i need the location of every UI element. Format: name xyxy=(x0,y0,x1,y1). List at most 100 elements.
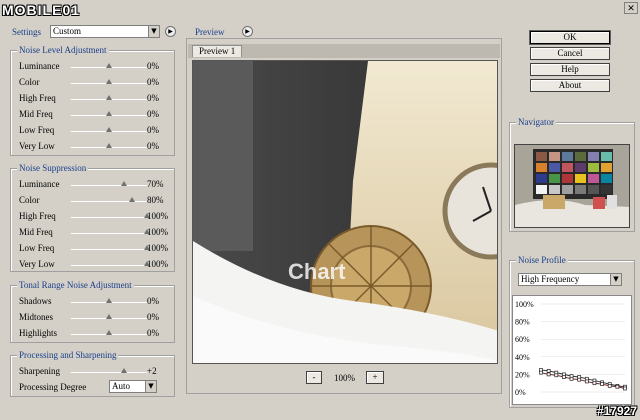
settings-menu-icon[interactable]: ▶ xyxy=(165,26,176,37)
noise-suppression-slider-thumb[interactable] xyxy=(121,181,128,186)
navigator-thumbnail[interactable] xyxy=(514,144,630,228)
navigator-title: Navigator xyxy=(516,117,556,127)
noise-level-label: Low Freq xyxy=(19,125,55,135)
data-point[interactable] xyxy=(577,377,582,382)
noise-suppression-slider[interactable] xyxy=(71,185,147,186)
color-patch xyxy=(536,174,547,183)
processing-degree-select[interactable]: Auto ▼ xyxy=(109,380,157,393)
noise-level-title: Noise Level Adjustment xyxy=(17,45,109,55)
noise-suppression-value: 70% xyxy=(147,179,164,189)
sharpening-label: Sharpening xyxy=(19,366,60,376)
watermark-logo: MOBILE01 xyxy=(2,2,81,18)
y-tick-label: 0% xyxy=(515,388,526,397)
color-patch xyxy=(549,174,560,183)
noise-suppression-slider-thumb[interactable] xyxy=(128,197,135,202)
navigator-image xyxy=(515,145,629,227)
data-point[interactable] xyxy=(546,372,551,377)
noise-suppression-slider[interactable] xyxy=(71,249,147,250)
color-patch xyxy=(536,185,547,194)
sharpening-value: +2 xyxy=(147,366,157,376)
data-point[interactable] xyxy=(584,379,589,384)
data-point[interactable] xyxy=(600,382,604,386)
color-patch xyxy=(575,185,586,194)
noise-profile-plot: 100% 80% 60% 40% 20% 0% xyxy=(515,300,627,397)
data-point[interactable] xyxy=(615,384,620,389)
data-point[interactable] xyxy=(562,375,566,379)
noise-profile-group: Noise Profile High Frequency ▼ 100% 80% 60… xyxy=(509,255,635,408)
data-point[interactable] xyxy=(554,373,559,378)
color-patch xyxy=(562,185,573,194)
tonal-slider-thumb[interactable] xyxy=(106,298,112,303)
noise-suppression-slider[interactable] xyxy=(71,217,147,218)
tonal-slider-thumb[interactable] xyxy=(106,314,112,319)
preview-image[interactable]: Chart xyxy=(192,60,498,364)
noise-level-slider-thumb[interactable] xyxy=(106,111,112,116)
processing-degree-value: Auto xyxy=(112,381,130,391)
processing-title: Processing and Sharpening xyxy=(17,350,119,360)
sharpening-row: Sharpening +2 xyxy=(19,366,169,378)
color-patch xyxy=(575,174,586,183)
cancel-button[interactable]: Cancel xyxy=(530,47,610,60)
noise-suppression-slider[interactable] xyxy=(71,265,147,266)
y-tick-label: 40% xyxy=(515,353,530,362)
noise-level-slider-thumb[interactable] xyxy=(106,79,112,84)
color-patch xyxy=(562,174,573,183)
noise-suppression-row: Luminance 70% xyxy=(19,179,169,191)
preview-menu-icon[interactable]: ▶ xyxy=(242,26,253,37)
color-patch xyxy=(575,152,586,161)
help-button[interactable]: Help xyxy=(530,63,610,76)
zoom-in-button[interactable]: + xyxy=(366,371,384,384)
navigator-group: Navigator xyxy=(509,117,635,232)
noise-profile-select[interactable]: High Frequency ▼ xyxy=(518,273,622,286)
noise-suppression-row: Very Low 100% xyxy=(19,259,169,271)
data-point[interactable] xyxy=(569,376,574,381)
noise-level-slider-thumb[interactable] xyxy=(106,95,112,100)
noise-suppression-label: High Freq xyxy=(19,211,56,221)
noise-suppression-label: Low Freq xyxy=(19,243,55,253)
noise-level-slider-thumb[interactable] xyxy=(106,127,112,132)
preview-photo xyxy=(193,61,497,363)
tab-preview-1[interactable]: Preview 1 xyxy=(192,45,243,57)
noise-level-value: 0% xyxy=(147,61,159,71)
chevron-down-icon: ▼ xyxy=(145,381,156,392)
color-patch xyxy=(549,185,560,194)
settings-select[interactable]: Custom ▼ xyxy=(50,25,160,38)
noise-level-row: Luminance 0% xyxy=(19,61,169,73)
noise-level-label: Color xyxy=(19,77,40,87)
data-point[interactable] xyxy=(546,369,551,373)
color-patch xyxy=(575,163,586,172)
noise-suppression-slider[interactable] xyxy=(71,201,147,202)
noise-profile-chart: 100% 80% 60% 40% 20% 0% xyxy=(512,295,632,405)
color-patch xyxy=(588,163,599,172)
noise-suppression-label: Color xyxy=(19,195,40,205)
noise-level-slider-thumb[interactable] xyxy=(106,63,112,68)
color-patch xyxy=(536,163,547,172)
tonal-label: Highlights xyxy=(19,328,58,338)
series-line xyxy=(540,369,626,388)
noise-suppression-slider[interactable] xyxy=(71,233,147,234)
ok-button[interactable]: OK xyxy=(529,30,611,45)
about-button[interactable]: About xyxy=(530,79,610,92)
tonal-value: 0% xyxy=(147,328,159,338)
close-icon[interactable]: ✕ xyxy=(624,2,638,14)
color-patch xyxy=(601,152,612,161)
sharpening-thumb[interactable] xyxy=(121,368,128,373)
tonal-row: Midtones 0% xyxy=(19,312,169,324)
noise-level-value: 0% xyxy=(147,125,159,135)
data-point[interactable] xyxy=(607,383,612,388)
noise-suppression-row: Color 80% xyxy=(19,195,169,207)
data-point[interactable] xyxy=(539,370,543,375)
processing-degree-label: Processing Degree xyxy=(19,382,87,392)
sharpening-slider[interactable] xyxy=(71,372,147,373)
noise-level-row: Low Freq 0% xyxy=(19,125,169,137)
zoom-out-button[interactable]: - xyxy=(306,371,322,384)
tonal-slider-thumb[interactable] xyxy=(106,330,112,335)
noise-level-label: High Freq xyxy=(19,93,56,103)
data-point[interactable] xyxy=(623,386,627,391)
noise-suppression-title: Noise Suppression xyxy=(17,163,89,173)
noise-level-label: Luminance xyxy=(19,61,60,71)
color-patch xyxy=(588,174,599,183)
noise-level-row: High Freq 0% xyxy=(19,93,169,105)
data-point[interactable] xyxy=(592,381,597,386)
noise-level-slider-thumb[interactable] xyxy=(106,143,112,148)
